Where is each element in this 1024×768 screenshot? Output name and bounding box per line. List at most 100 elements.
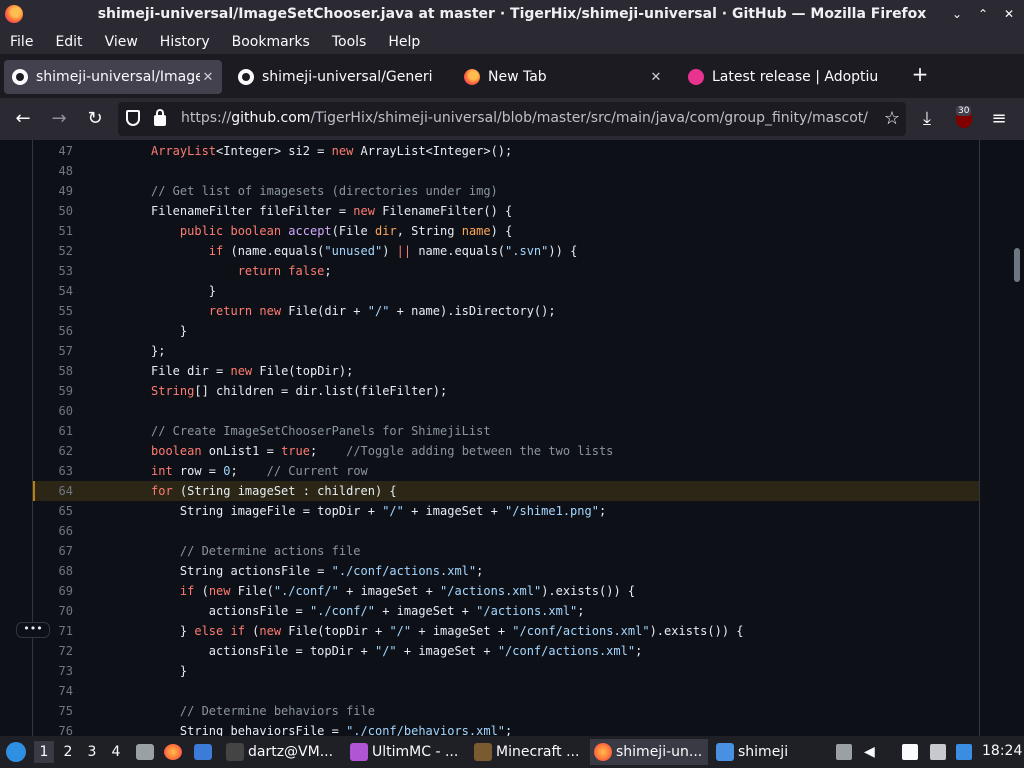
- line-number[interactable]: 56: [33, 321, 73, 341]
- forward-button[interactable]: →: [48, 108, 70, 130]
- app-menu-icon[interactable]: ≡: [988, 108, 1010, 130]
- new-tab-button[interactable]: +: [910, 64, 930, 84]
- code-line: 61 // Create ImageSetChooserPanels for Sh…: [33, 421, 979, 441]
- firefox-icon: [594, 743, 612, 761]
- menu-history[interactable]: History: [160, 34, 210, 50]
- url-text[interactable]: https://github.com/TigerHix/shimeji-univ…: [181, 110, 871, 126]
- line-number[interactable]: 75: [33, 701, 73, 721]
- line-number[interactable]: 64: [33, 481, 73, 501]
- desktop-icon[interactable]: [194, 744, 212, 760]
- workspace-2[interactable]: 2: [58, 744, 78, 760]
- minimize-icon[interactable]: ⌄: [950, 6, 964, 22]
- line-number[interactable]: 70: [33, 601, 73, 621]
- code-line: 50 FilenameFilter fileFilter = new Filena…: [33, 201, 979, 221]
- code-text: String actionsFile = "./conf/actions.xml…: [151, 564, 484, 578]
- line-number[interactable]: 47: [33, 141, 73, 161]
- tab-label: Latest release | Adoptiu: [712, 69, 879, 85]
- tray-app-icon[interactable]: [836, 744, 852, 760]
- tab-imagesetchooser[interactable]: shimeji-universal/ImageS ✕: [4, 60, 222, 94]
- code-line: 49 // Get list of imagesets (directories …: [33, 181, 979, 201]
- bookmark-star-icon[interactable]: ☆: [884, 108, 900, 129]
- notification-icon[interactable]: [956, 744, 972, 760]
- task-minecraft[interactable]: Minecraft ...: [470, 739, 586, 765]
- line-number[interactable]: 72: [33, 641, 73, 661]
- scrollbar-thumb[interactable]: [1014, 248, 1020, 282]
- tab-new-tab[interactable]: New Tab ✕: [456, 60, 670, 94]
- start-menu-icon[interactable]: [6, 742, 26, 762]
- line-number[interactable]: 60: [33, 401, 73, 421]
- line-number[interactable]: 69: [33, 581, 73, 601]
- line-number[interactable]: 65: [33, 501, 73, 521]
- tab-generic[interactable]: shimeji-universal/Generi: [230, 60, 448, 94]
- line-number[interactable]: 57: [33, 341, 73, 361]
- menu-edit[interactable]: Edit: [55, 34, 82, 50]
- line-number[interactable]: 52: [33, 241, 73, 261]
- code-line: 47 ArrayList<Integer> si2 = new ArrayList…: [33, 141, 979, 161]
- task-terminal[interactable]: dartz@VM...: [222, 739, 340, 765]
- menu-help[interactable]: Help: [388, 34, 420, 50]
- firefox-launcher-icon[interactable]: [164, 744, 182, 760]
- workspace-3[interactable]: 3: [82, 744, 102, 760]
- line-number[interactable]: 54: [33, 281, 73, 301]
- line-number[interactable]: 74: [33, 681, 73, 701]
- code-line: 67 // Determine actions file: [33, 541, 979, 561]
- tab-label: New Tab: [488, 69, 547, 85]
- line-options-button[interactable]: •••: [16, 622, 50, 638]
- code-text: }: [151, 324, 188, 338]
- line-number[interactable]: 63: [33, 461, 73, 481]
- line-number[interactable]: 53: [33, 261, 73, 281]
- folder-icon: [716, 743, 734, 761]
- downloads-icon[interactable]: ⤓: [916, 108, 938, 130]
- code-line: 54 }: [33, 281, 979, 301]
- menu-file[interactable]: File: [10, 34, 33, 50]
- workspace-4[interactable]: 4: [106, 744, 126, 760]
- line-number[interactable]: 50: [33, 201, 73, 221]
- tab-label: shimeji-universal/ImageS: [36, 69, 200, 85]
- volume-icon[interactable]: ◀: [864, 744, 880, 760]
- tab-adoptium[interactable]: Latest release | Adoptiu: [680, 60, 898, 94]
- line-number[interactable]: 66: [33, 521, 73, 541]
- task-firefox[interactable]: shimeji-un...: [590, 739, 708, 765]
- line-number[interactable]: 61: [33, 421, 73, 441]
- close-tab-icon[interactable]: ✕: [200, 70, 216, 85]
- menu-bar: File Edit View History Bookmarks Tools H…: [0, 30, 1024, 54]
- menu-bookmarks[interactable]: Bookmarks: [232, 34, 310, 50]
- code-line: 60: [33, 401, 979, 421]
- github-icon: [238, 69, 254, 85]
- back-button[interactable]: ←: [12, 108, 34, 130]
- workspace-1[interactable]: 1: [34, 741, 54, 763]
- menu-tools[interactable]: Tools: [332, 34, 367, 50]
- code-text: public boolean accept(File dir, String n…: [179, 224, 513, 238]
- line-number[interactable]: 67: [33, 541, 73, 561]
- close-window-icon[interactable]: ✕: [1002, 6, 1016, 22]
- address-bar[interactable]: https://github.com/TigerHix/shimeji-univ…: [118, 102, 906, 136]
- page-content: 47 ArrayList<Integer> si2 = new ArrayList…: [0, 140, 1024, 736]
- tracking-protection-icon[interactable]: [126, 110, 140, 126]
- line-number[interactable]: 62: [33, 441, 73, 461]
- code-line: 65 String imageFile = topDir + "/" + ima…: [33, 501, 979, 521]
- code-text: if (new File("./conf/" + imageSet + "/ac…: [179, 584, 636, 598]
- line-number[interactable]: 51: [33, 221, 73, 241]
- task-ultimmc[interactable]: UltimMC - ...: [346, 739, 464, 765]
- maximize-icon[interactable]: ⌃: [976, 6, 990, 22]
- task-label: shimeji-un...: [616, 744, 703, 760]
- line-number[interactable]: 58: [33, 361, 73, 381]
- reload-button[interactable]: ↻: [84, 108, 106, 130]
- line-number[interactable]: 55: [33, 301, 73, 321]
- file-manager-icon[interactable]: [136, 744, 154, 760]
- line-number[interactable]: 68: [33, 561, 73, 581]
- line-number[interactable]: 76: [33, 721, 73, 736]
- close-tab-icon[interactable]: ✕: [648, 70, 664, 85]
- line-number[interactable]: 48: [33, 161, 73, 181]
- line-number[interactable]: 59: [33, 381, 73, 401]
- network-icon[interactable]: [930, 744, 946, 760]
- line-number[interactable]: 49: [33, 181, 73, 201]
- code-text: if (name.equals("unused") || name.equals…: [208, 244, 578, 258]
- ultimmc-icon: [350, 743, 368, 761]
- code-text: ArrayList<Integer> si2 = new ArrayList<I…: [151, 144, 513, 158]
- menu-view[interactable]: View: [105, 34, 138, 50]
- task-shimeji-folder[interactable]: shimeji: [712, 739, 822, 765]
- clipboard-icon[interactable]: [902, 744, 918, 760]
- line-number[interactable]: 73: [33, 661, 73, 681]
- lock-icon[interactable]: [154, 109, 166, 126]
